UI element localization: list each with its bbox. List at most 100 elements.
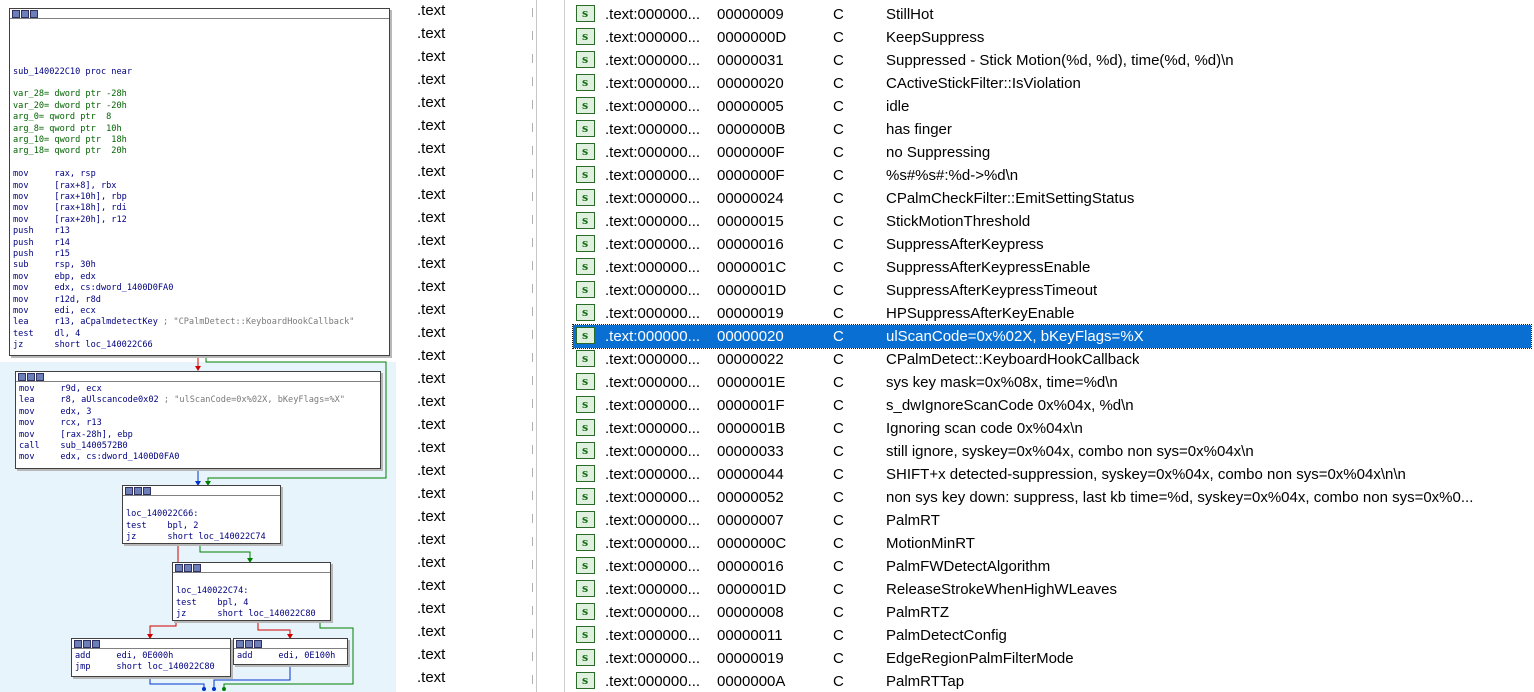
segment-cell[interactable]: .text [417,278,445,295]
segment-column[interactable]: .text .text .text .text .text .text .text .text… [396,0,536,692]
string-row[interactable]: s .text:000000... 0000000C C MotionMinRT [573,532,1531,555]
string-type-icon: s [576,97,595,114]
string-row[interactable]: s .text:000000... 0000000F Cno Suppressing [573,141,1531,164]
string-row[interactable]: s .text:000000... 0000000F C %s#%s#:%d->%d\n [573,164,1531,187]
node-list-icon[interactable] [36,372,44,381]
string-row[interactable]: s .text:000000... 00000044 C SHIFT+x detecte… [573,463,1531,486]
segment-cell[interactable]: .text [417,531,445,548]
segment-cell[interactable]: .text [417,71,445,88]
segment-cell[interactable]: .text [417,94,445,111]
string-row[interactable]: s .text:000000... 0000001D C ReleaseStrokeWh… [573,578,1531,601]
segment-cell[interactable]: .text [417,416,445,433]
string-type-icon: s [576,488,595,505]
node-list-icon[interactable] [254,639,262,648]
string-row[interactable]: s .text:000000... 00000005 Cidle [573,95,1531,118]
string-row[interactable]: s .text:000000... 0000001B C Ignoring scan c… [573,417,1531,440]
string-row[interactable]: s .text:000000... 0000000B Chas finger [573,118,1531,141]
segment-cell[interactable]: .text [417,232,445,249]
string-row[interactable]: s .text:000000... 00000008 C PalmRTZ [573,601,1531,624]
segment-cell[interactable]: .text [417,48,445,65]
string-row[interactable]: s .text:000000... 00000009 C StillHot [573,3,1531,26]
node-list-icon[interactable] [92,639,100,648]
segment-cell[interactable]: .text [417,646,445,663]
edge-node5-exit [149,676,205,690]
string-row[interactable]: s .text:000000... 0000001F Cs_dwIgnoreScanC… [573,394,1531,417]
node-graph-icon[interactable] [27,372,35,381]
node-list-icon[interactable] [30,9,38,18]
segment-cell[interactable]: .text [417,140,445,157]
graph-node-call-block[interactable]: mov r9d, ecx lea r8, aUlscancode0x02 ; "u… [15,371,381,469]
node-list-icon[interactable] [193,563,201,572]
segment-cell[interactable]: .text [417,577,445,594]
node-color-icon[interactable] [125,486,133,495]
string-row[interactable]: s .text:000000... 0000001C C SuppressAfterKe… [573,256,1531,279]
string-row[interactable]: s .text:000000... 00000052 Cnon sys key dow… [573,486,1531,509]
node-graph-icon[interactable] [245,639,253,648]
segment-cell[interactable]: .text [417,301,445,318]
segment-cell[interactable]: .text [417,669,445,686]
segment-cell[interactable]: .text [417,554,445,571]
string-row[interactable]: s .text:000000... 00000024 C CPalmCheckFilte… [573,187,1531,210]
segment-cell[interactable]: .text [417,600,445,617]
string-row[interactable]: s .text:000000... 0000001E Csys key mask=0x… [573,371,1531,394]
segment-cell[interactable]: .text [417,25,445,42]
asm-line: sub_140022C10 proc near [13,66,132,77]
asm-line-text: arg_8= qword ptr 10h [13,123,122,134]
string-row[interactable]: s .text:000000... 00000016 C SuppressAfterKe… [573,233,1531,256]
string-row[interactable]: s .text:000000... 00000020 C CActiveStickFil… [573,72,1531,95]
graph-node-sub-140022C10[interactable]: sub_140022C10 proc near var_28= dword ptr… [9,8,390,356]
segment-cell[interactable]: .text [417,508,445,525]
segment-cell[interactable]: .text [417,209,445,226]
segment-cell[interactable]: .text [417,462,445,479]
segment-cell[interactable]: .text [417,163,445,180]
segment-cell[interactable]: .text [417,485,445,502]
string-row[interactable]: s .text:000000... 00000016 C PalmFWDetectAlg… [573,555,1531,578]
graph-node-loc-140022C74[interactable]: loc_140022C74: test bpl, 4 jz short loc_14… [172,562,331,621]
segment-cell[interactable]: .text [417,324,445,341]
string-row[interactable]: s .text:000000... 00000031 C Suppressed - St… [573,49,1531,72]
segment-cell[interactable]: .text [417,117,445,134]
asm-listing: loc_140022C66: test bpl, 2 jz short loc_14… [123,496,280,544]
segment-cell[interactable]: .text [417,623,445,640]
graph-view[interactable]: sub_140022C10 proc near var_28= dword ptr… [0,0,396,692]
string-row[interactable]: s .text:000000... 0000000A C PalmRTTap [573,670,1531,692]
node-graph-icon[interactable] [83,639,91,648]
string-row[interactable]: s .text:000000... 00000022 C CPalmDetect::Ke… [573,348,1531,371]
string-type-icon: s [576,649,595,666]
string-value: non sys key down: suppress, last kb time… [886,489,1474,506]
node-color-icon[interactable] [236,639,244,648]
string-row[interactable]: s .text:000000... 00000019 C EdgeRegionPalmF… [573,647,1531,670]
string-row[interactable]: s .text:000000... 00000015 C StickMotionThre… [573,210,1531,233]
graph-node-add-e000[interactable]: add edi, 0E000h jmp short loc_140022C80 [71,638,231,677]
asm-line-text: arg_10= qword ptr 18h [13,134,127,145]
segment-cell[interactable]: .text [417,2,445,19]
node-graph-icon[interactable] [134,486,142,495]
node-color-icon[interactable] [175,563,183,572]
strings-window[interactable]: s .text:000000... 00000009 C StillHot s .text:… [536,0,1534,692]
node-color-icon[interactable] [12,9,20,18]
graph-node-loc-140022C66[interactable]: loc_140022C66: test bpl, 2 jz short loc_14… [122,485,281,544]
string-row[interactable]: s .text:000000... 00000033 Cstill ignore, s… [573,440,1531,463]
segment-cell[interactable]: .text [417,347,445,364]
segment-cell[interactable]: .text [417,393,445,410]
string-row[interactable]: s .text:000000... 00000007 C PalmRT [573,509,1531,532]
string-row[interactable]: s .text:000000... 00000011 C PalmDetectConfi… [573,624,1531,647]
node-graph-icon[interactable] [21,9,29,18]
node-header [72,639,230,649]
string-row[interactable]: s .text:000000... 0000000D C KeepSuppress [573,26,1531,49]
string-row[interactable]: s .text:000000... 00000020 CulScanCode=0x%0… [572,324,1532,349]
edge-end-dot [212,687,216,691]
segment-cell[interactable]: .text [417,255,445,272]
segment-cell[interactable]: .text [417,186,445,203]
string-icon-letter: s [582,76,589,89]
segment-cell[interactable]: .text [417,370,445,387]
graph-node-add-e100[interactable]: add edi, 0E100h [233,638,348,665]
string-row[interactable]: s .text:000000... 00000019 C HPSuppressAfter… [573,302,1531,325]
node-list-icon[interactable] [143,486,151,495]
string-row[interactable]: s .text:000000... 0000001D C SuppressAfterKe… [573,279,1531,302]
node-graph-icon[interactable] [184,563,192,572]
segment-cell[interactable]: .text [417,439,445,456]
node-color-icon[interactable] [74,639,82,648]
edge-node4-node6 [257,620,291,638]
node-color-icon[interactable] [18,372,26,381]
